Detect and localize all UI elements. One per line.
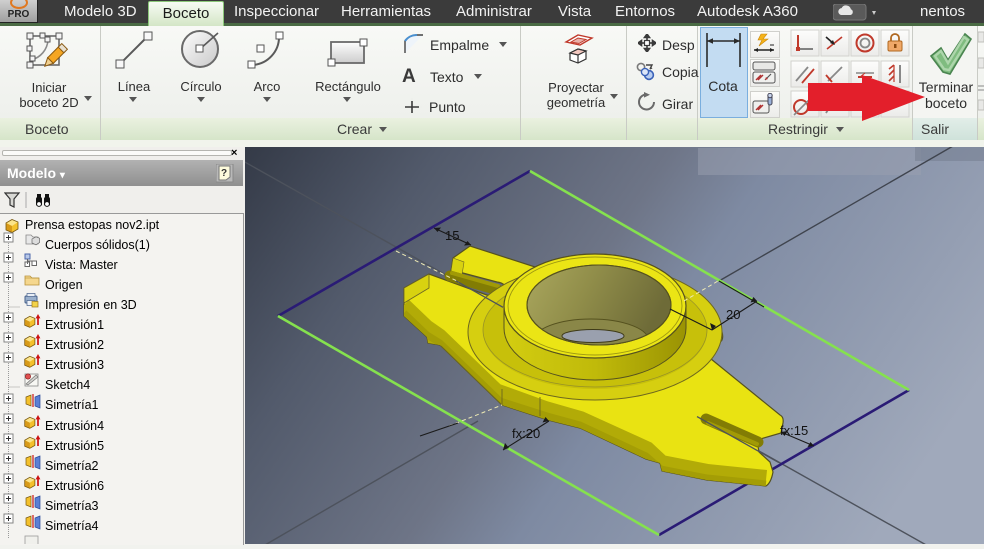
- svg-text:?: ?: [221, 168, 227, 179]
- svg-text:20: 20: [726, 307, 740, 322]
- svg-text:fx:20: fx:20: [512, 426, 540, 441]
- svg-text:fx:15: fx:15: [780, 423, 808, 438]
- svg-text:15: 15: [445, 228, 459, 243]
